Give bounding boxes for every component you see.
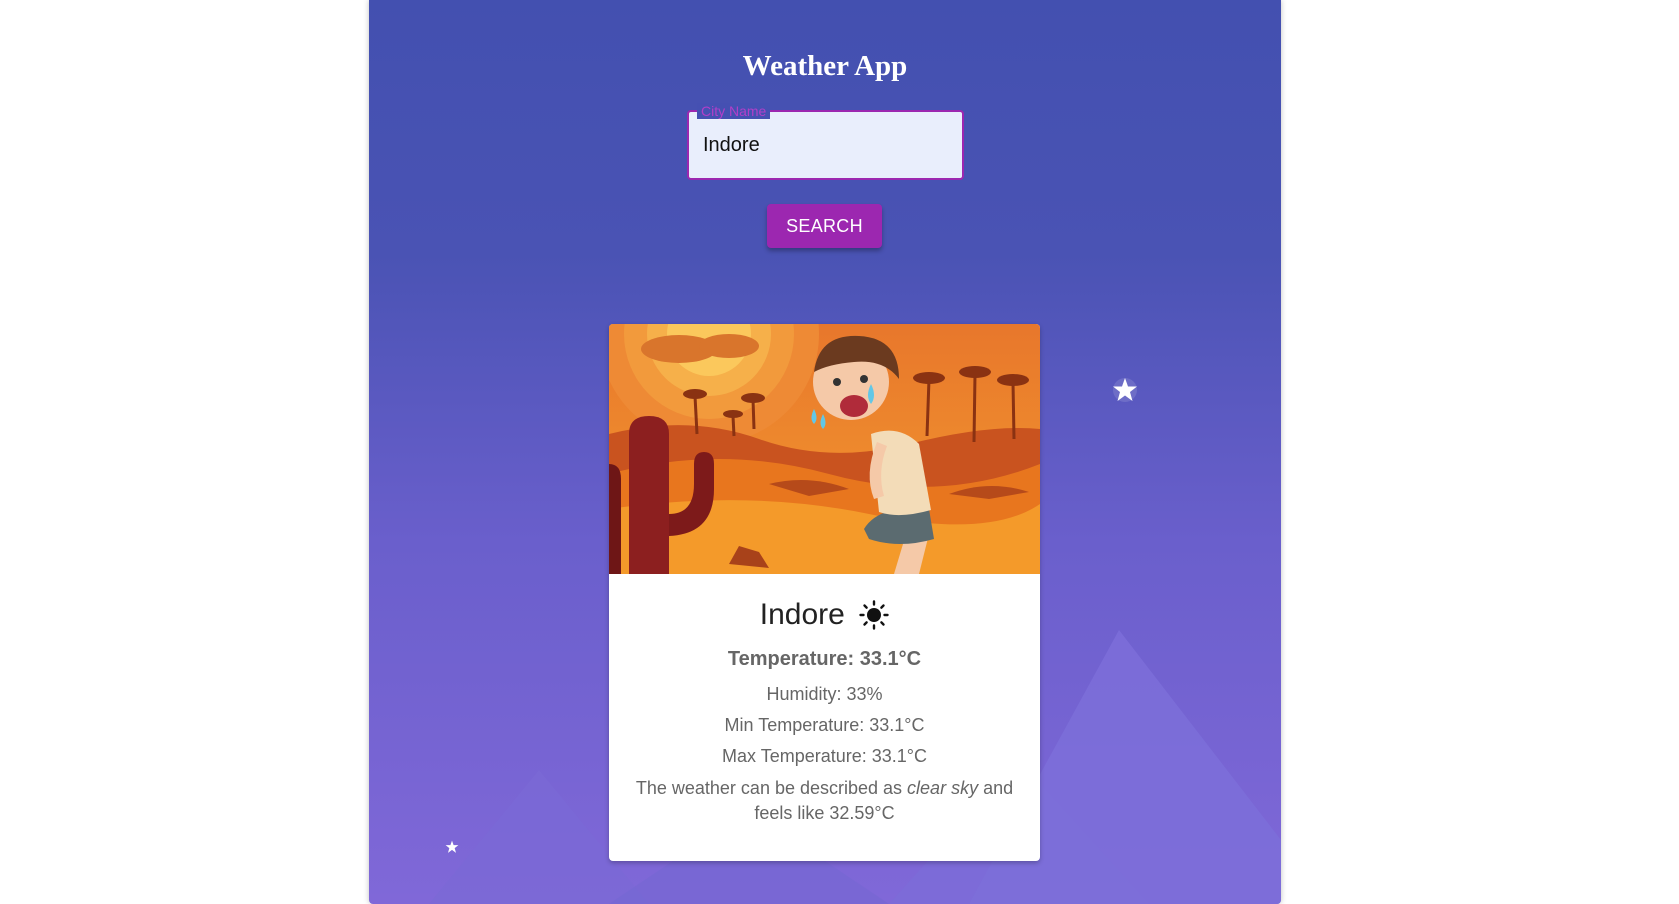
star-icon <box>445 840 459 853</box>
city-name-input[interactable] <box>703 134 953 157</box>
star-icon <box>1113 378 1137 402</box>
search-button[interactable]: SEARCH <box>767 204 882 248</box>
description-condition: clear sky <box>907 778 979 798</box>
app-title: Weather App <box>742 50 908 82</box>
sun-icon <box>859 600 889 630</box>
city-name: Indore <box>759 598 845 631</box>
city-name-field[interactable]: City Name <box>687 103 964 180</box>
max-temperature: Max Temperature: 33.1°C <box>722 746 927 766</box>
city-name-label: City Name <box>697 103 771 119</box>
humidity: Humidity: 33% <box>766 684 883 704</box>
city-heading: Indore <box>609 598 1040 632</box>
hot-weather-illustration <box>609 324 1040 574</box>
description-prefix: The weather can be described as <box>635 778 908 798</box>
weather-description: The weather can be described as clear sk… <box>629 776 1020 826</box>
min-temperature: Min Temperature: 33.1°C <box>724 715 925 735</box>
weather-app-panel: Weather App City Name SEARCH <box>369 0 1281 904</box>
weather-card: Indore Temperature: 33.1°C Humidity: 33%… <box>609 324 1040 861</box>
temperature: Temperature: 33.1°C <box>727 648 922 670</box>
